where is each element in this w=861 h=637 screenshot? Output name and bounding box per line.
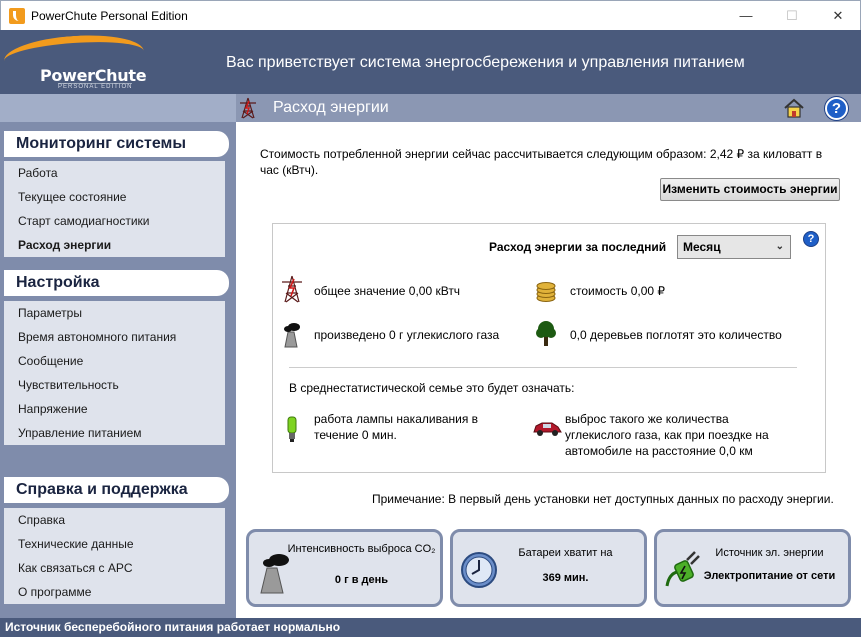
page-title: Расход энергии (273, 99, 389, 116)
power-pylon-icon (282, 275, 302, 303)
header-banner: PowerChute PERSONAL EDITION Вас приветст… (0, 30, 861, 94)
coins-icon (536, 282, 556, 302)
period-label: Расход энергии за последний (489, 240, 667, 254)
sidebar-list-help: Справка Технические данные Как связаться… (4, 508, 225, 604)
change-cost-button[interactable]: Изменить стоимость энергии (660, 178, 840, 201)
power-pylon-icon (240, 97, 256, 119)
powerchute-app-icon (9, 8, 25, 24)
period-help-icon[interactable]: ? (803, 231, 819, 247)
power-source-value: Электропитание от сети (703, 570, 836, 582)
cost-text: стоимость 0,00 ₽ (570, 284, 666, 298)
sidebar: Мониторинг системы Работа Текущее состоя… (0, 122, 236, 618)
sidebar-item-tech-data[interactable]: Технические данные (4, 532, 225, 556)
window-title: PowerChute Personal Edition (31, 9, 188, 23)
main-content: Стоимость потребленной энергии сейчас ра… (236, 122, 861, 618)
sidebar-item-sensitivity[interactable]: Чувствительность (4, 373, 225, 397)
energy-usage-panel: Расход энергии за последний Месяц ⌄ ? об… (272, 223, 826, 473)
lamp-equivalent-text: работа лампы накаливания в течение 0 мин… (314, 412, 479, 442)
divider (289, 367, 797, 368)
car-equivalent-text: выброс такого же количества углекислого … (565, 412, 769, 458)
minimize-button[interactable]: — (723, 1, 769, 31)
sidebar-section-help[interactable]: Справка и поддержка (4, 477, 229, 503)
period-select-value: Месяц (683, 240, 721, 254)
sidebar-item-message[interactable]: Сообщение (4, 349, 225, 373)
sidebar-list-monitoring: Работа Текущее состояние Старт самодиагн… (4, 161, 225, 257)
sidebar-item-help[interactable]: Справка (4, 508, 225, 532)
sidebar-item-power-management[interactable]: Управление питанием (4, 421, 225, 445)
sidebar-item-work[interactable]: Работа (4, 161, 225, 185)
home-icon[interactable] (783, 97, 805, 119)
maximize-button[interactable]: ☐ (769, 1, 815, 31)
title-bar: PowerChute Personal Edition — ☐ ✕ (0, 0, 861, 30)
co2-intensity-value: 0 г в день (334, 574, 389, 586)
battery-runtime-tile: Батареи хватит на 369 мин. (450, 529, 647, 607)
trees-absorb-text: 0,0 деревьев поглотят это количество (570, 328, 782, 342)
help-icon[interactable]: ? (825, 97, 848, 120)
battery-runtime-value: 369 мин. (542, 572, 589, 584)
co2-intensity-label: Интенсивность выброса CO₂ (287, 543, 436, 555)
sidebar-item-energy-usage[interactable]: Расход энергии (4, 233, 225, 257)
family-equivalent-label: В среднестатистической семье это будет о… (289, 381, 575, 395)
logo-subtitle: PERSONAL EDITION (58, 83, 133, 90)
battery-runtime-label: Батареи хватит на (518, 547, 613, 559)
sidebar-list-settings: Параметры Время автономного питания Сооб… (4, 301, 225, 445)
light-bulb-icon (287, 416, 297, 442)
first-day-note: Примечание: В первый день установки нет … (372, 492, 834, 506)
power-source-label: Источник эл. энергии (715, 547, 824, 559)
power-source-tile: Источник эл. энергии Электропитание от с… (654, 529, 851, 607)
car-icon (533, 422, 562, 436)
co2-produced-text: произведено 0 г углекислого газа (314, 328, 500, 342)
sidebar-item-contact-apc[interactable]: Как связаться с APC (4, 556, 225, 580)
tree-icon (536, 321, 556, 346)
co2-intensity-tile: Интенсивность выброса CO₂ 0 г в день (246, 529, 443, 607)
sidebar-item-runtime[interactable]: Время автономного питания (4, 325, 225, 349)
sidebar-item-parameters[interactable]: Параметры (4, 301, 225, 325)
sidebar-item-voltage[interactable]: Напряжение (4, 397, 225, 421)
chevron-down-icon: ⌄ (775, 241, 784, 252)
welcome-text: Вас приветствует система энергосбережени… (226, 54, 745, 71)
page-header: Расход энергии ? (0, 94, 861, 122)
cost-description: Стоимость потребленной энергии сейчас ра… (260, 147, 823, 177)
sidebar-item-status[interactable]: Текущее состояние (4, 185, 225, 209)
sidebar-section-settings[interactable]: Настройка (4, 270, 229, 296)
sidebar-section-monitoring[interactable]: Мониторинг системы (4, 131, 229, 157)
sidebar-item-about[interactable]: О программе (4, 580, 225, 604)
sidebar-item-selftest[interactable]: Старт самодиагностики (4, 209, 225, 233)
page-header-left (0, 94, 236, 122)
close-button[interactable]: ✕ (815, 1, 861, 31)
status-bar: Источник бесперебойного питания работает… (0, 618, 861, 637)
total-energy-text: общее значение 0,00 кВтч (314, 284, 461, 298)
factory-smoke-icon (284, 323, 300, 348)
period-select[interactable]: Месяц ⌄ (677, 235, 791, 259)
